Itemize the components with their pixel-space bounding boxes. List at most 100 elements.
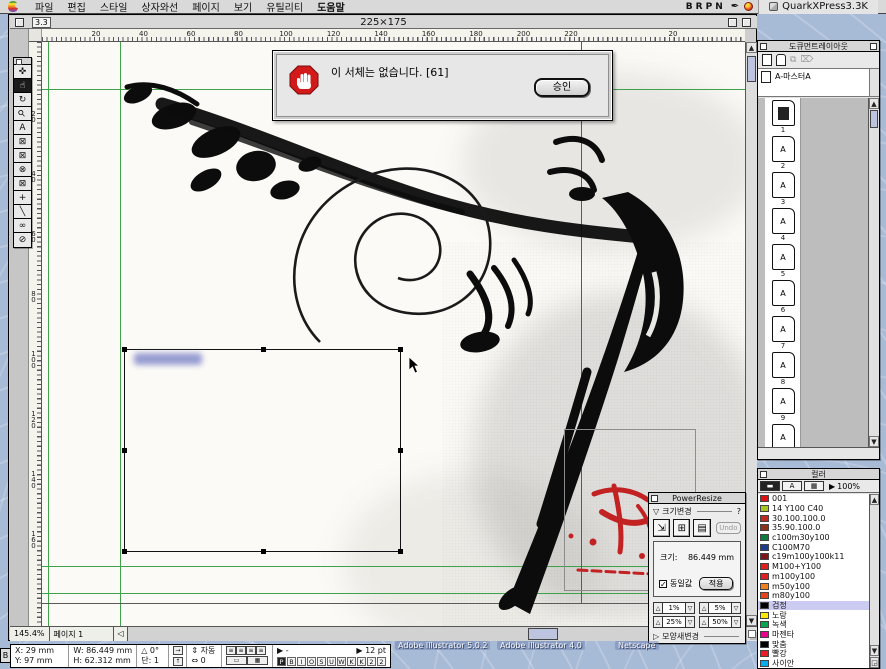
- menu-item-5[interactable]: 보기: [234, 0, 252, 14]
- align-justify-icon[interactable]: ≡: [256, 646, 266, 655]
- scroll-thumb[interactable]: [870, 110, 878, 128]
- page-icon[interactable]: A: [772, 388, 795, 414]
- page-thumbnail-4[interactable]: A4: [765, 208, 801, 242]
- horizontal-scroll-track[interactable]: [128, 627, 719, 641]
- stepper-down-icon[interactable]: ▽: [685, 602, 695, 614]
- unlink-tool[interactable]: ⊘: [14, 233, 31, 247]
- link-tool[interactable]: ∞: [14, 219, 31, 233]
- active-app-menu[interactable]: QuarkXPress3.3K: [758, 0, 878, 14]
- style-2-button[interactable]: 2: [367, 657, 376, 666]
- style-K-button[interactable]: K: [357, 657, 366, 666]
- page-icon[interactable]: A: [772, 208, 795, 234]
- scroll-up-arrow[interactable]: ▲: [869, 98, 879, 109]
- disclosure-triangle-icon[interactable]: ▽: [653, 507, 659, 516]
- line-tool[interactable]: ╲: [14, 205, 31, 219]
- title-bar[interactable]: 3.3 225×175: [10, 16, 757, 29]
- align-center-icon[interactable]: ≡: [236, 646, 246, 655]
- page-thumbnail-5[interactable]: A5: [765, 244, 801, 278]
- polygon-picture-box-tool[interactable]: ⊠: [14, 177, 31, 191]
- y-position[interactable]: Y: 97 mm: [15, 656, 64, 666]
- page-thumbnail-10[interactable]: A10: [765, 424, 801, 447]
- color-row[interactable]: 사이안: [758, 659, 869, 668]
- orthogonal-line-tool[interactable]: +: [14, 191, 31, 205]
- menu-item-6[interactable]: 유틸리티: [266, 0, 303, 14]
- resize-section-header[interactable]: ▽ 크기변경 ?: [649, 504, 745, 517]
- style-I-button[interactable]: I: [297, 657, 306, 666]
- tool-palette-titlebar[interactable]: [14, 58, 31, 65]
- resize-handle[interactable]: [122, 448, 127, 453]
- item-tool[interactable]: ✜: [14, 65, 31, 79]
- align-right-icon[interactable]: ≡: [246, 646, 256, 655]
- master-page-row[interactable]: A-마스터A: [758, 69, 879, 97]
- apply-button[interactable]: 적용: [699, 577, 733, 590]
- page-number-field[interactable]: 페이지 1: [50, 627, 114, 641]
- duplicate-icon[interactable]: ⧉: [790, 55, 796, 65]
- rounded-picture-box-tool[interactable]: ⊠: [14, 149, 31, 163]
- tabs-icon[interactable]: ▭: [226, 656, 247, 665]
- scroll-up-arrow[interactable]: ▲: [870, 494, 879, 505]
- help-icon[interactable]: ?: [737, 507, 741, 516]
- close-icon[interactable]: [651, 495, 658, 502]
- close-icon[interactable]: [760, 471, 767, 478]
- new-master-page-icon[interactable]: [776, 54, 786, 66]
- color-row[interactable]: 001: [758, 494, 869, 504]
- shade-popup[interactable]: ▶ 100%: [829, 482, 860, 491]
- delete-icon[interactable]: ⌦: [800, 55, 813, 65]
- vertical-scrollbar[interactable]: ▲ ▼: [745, 42, 757, 626]
- page-icon[interactable]: A: [772, 244, 795, 270]
- page-thumbnail-7[interactable]: A7: [765, 316, 801, 350]
- menu-item-4[interactable]: 페이지: [192, 0, 220, 14]
- menu-item-7[interactable]: 도움말: [317, 0, 345, 14]
- layout-palette-titlebar[interactable]: 도큐먼트레이아웃: [758, 41, 879, 52]
- color-row[interactable]: c100m30y100: [758, 533, 869, 543]
- stepper-up-icon[interactable]: △: [699, 602, 709, 614]
- desktop-icon-label[interactable]: Netscape: [615, 641, 659, 650]
- color-row[interactable]: 14 Y100 C40: [758, 504, 869, 514]
- font-popup[interactable]: ▶ -: [277, 646, 289, 656]
- color-row[interactable]: 35.90.100.0: [758, 523, 869, 533]
- page-thumbnail-2[interactable]: A2: [765, 136, 801, 170]
- desktop-icon-label[interactable]: Adobe Illustrator 4.0: [497, 641, 585, 650]
- style-K-button[interactable]: K: [347, 657, 356, 666]
- style-S-button[interactable]: S: [317, 657, 326, 666]
- tracking-field[interactable]: ⇔ 0: [191, 656, 217, 666]
- page-thumbnail-9[interactable]: A9: [765, 388, 801, 422]
- zoom-icon[interactable]: [870, 43, 877, 50]
- resize-handle[interactable]: [398, 549, 403, 554]
- style-W-button[interactable]: W: [337, 657, 346, 666]
- frame-color-button[interactable]: ▬: [760, 481, 780, 491]
- menu-item-2[interactable]: 스타일: [100, 0, 128, 14]
- desktop-icon-label[interactable]: Adobe Illustrator 5.0.2: [395, 641, 490, 650]
- page-icon[interactable]: A: [772, 280, 795, 306]
- resize-handle[interactable]: [122, 549, 127, 554]
- page-thumbnail-8[interactable]: A8: [765, 352, 801, 386]
- resize-grip-icon[interactable]: ◲: [870, 657, 879, 668]
- scroll-down-arrow[interactable]: ▼: [869, 436, 879, 447]
- horizontal-scroll-thumb[interactable]: [528, 628, 558, 640]
- resize-mode-button-2[interactable]: ▤: [693, 519, 710, 537]
- page-icon[interactable]: A: [772, 316, 795, 342]
- oval-picture-box-tool[interactable]: ⊗: [14, 163, 31, 177]
- powerresize-titlebar[interactable]: PowerResize: [649, 493, 745, 504]
- align-left-icon[interactable]: ≡: [226, 646, 236, 655]
- undo-button[interactable]: Undo: [716, 522, 741, 534]
- selected-text-box[interactable]: [124, 349, 401, 552]
- grow-box[interactable]: [745, 626, 757, 641]
- flip-vertical-icon[interactable]: ↑: [173, 657, 183, 666]
- text-color-button[interactable]: A: [782, 481, 802, 491]
- master-scrollbar[interactable]: [869, 69, 879, 96]
- colors-palette-titlebar[interactable]: 컬러: [758, 469, 879, 480]
- resize-handle[interactable]: [261, 347, 266, 352]
- scroll-down-arrow[interactable]: ▼: [870, 645, 879, 656]
- zoom-tool[interactable]: ⚲: [14, 107, 31, 121]
- stepper-up-icon[interactable]: △: [653, 616, 663, 628]
- x-position[interactable]: X: 29 mm: [15, 646, 64, 656]
- stepper-down-icon[interactable]: ▽: [731, 616, 741, 628]
- layout-palette-scrollbar[interactable]: ▲ ▼: [868, 98, 879, 447]
- resize-handle[interactable]: [398, 347, 403, 352]
- rect-picture-box-tool[interactable]: ⊠: [14, 135, 31, 149]
- disclosure-triangle-icon[interactable]: ▷: [653, 632, 659, 641]
- menu-item-1[interactable]: 편집: [67, 0, 85, 14]
- style-B-button[interactable]: B: [287, 657, 296, 666]
- new-page-icon[interactable]: [762, 54, 772, 66]
